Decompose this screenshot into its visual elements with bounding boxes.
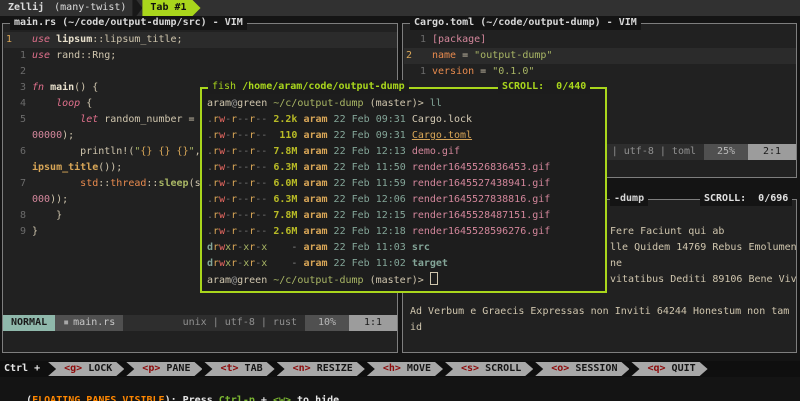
code-line: 2 xyxy=(4,64,397,80)
statusline-position: 2:1 xyxy=(748,144,796,160)
vim-mode-badge: NORMAL xyxy=(3,315,55,331)
floating-panes-hint: (FLOATING PANES VISIBLE): Press Ctrl-p +… xyxy=(2,377,345,393)
keybind-session[interactable]: <o> SESSION xyxy=(535,362,629,376)
editor-cargo-toml[interactable]: 1[package]2name = "output-dump"1version … xyxy=(404,32,796,80)
code-line: 2name = "output-dump" xyxy=(404,48,796,64)
line-number: 1 xyxy=(4,32,32,48)
terminal-line: Ad Verbum e Graecis Expressas non Inviti… xyxy=(410,304,789,320)
code-line: 1use lipsum::lipsum_title; xyxy=(4,32,397,48)
terminal-line: aram@green ~/c/output-dump (master)> xyxy=(207,272,597,288)
code-line: 1[package] xyxy=(404,32,796,48)
keybind-quit[interactable]: <q> QUIT xyxy=(631,362,707,376)
terminal-line: drwxr-xr-x - aram 22 Feb 11:02 target xyxy=(207,256,597,272)
line-number: 5 xyxy=(4,112,32,128)
line-number: 9 xyxy=(4,224,32,240)
line-number: 1 xyxy=(4,48,32,64)
line-number: 6 xyxy=(4,144,32,160)
statusline-spacer xyxy=(123,315,174,331)
keybind-move[interactable]: <h> MOVE xyxy=(367,362,443,376)
terminal-line: id xyxy=(410,320,789,336)
keybind-lock[interactable]: <g> LOCK xyxy=(48,362,124,376)
tab-separator-icon xyxy=(132,0,142,16)
pane-main-rs-title: main.rs (~/code/output-dump/src) - VIM xyxy=(10,16,247,30)
terminal-line: .rw-r--r-- 2.2k aram 22 Feb 09:31 Cargo.… xyxy=(207,112,597,128)
terminal-line: .rw-r--r-- 6.3M aram 22 Feb 12:06 render… xyxy=(207,192,597,208)
statusline-percent: 25% xyxy=(704,144,748,160)
keybinding-prefix: Ctrl + xyxy=(0,361,46,377)
keybinding-chips: <g> LOCK<p> PANE<t> TAB<n> RESIZE<h> MOV… xyxy=(46,362,708,376)
terminal-line: .rw-r--r-- 2.6M aram 22 Feb 12:18 render… xyxy=(207,224,597,240)
terminal-line xyxy=(610,208,797,224)
statusline-fileinfo: unix | utf-8 | rust xyxy=(175,315,305,331)
terminal-line: drwxr-xr-x - aram 22 Feb 11:03 src xyxy=(207,240,597,256)
keybind-scroll[interactable]: <s> SCROLL xyxy=(445,362,533,376)
hint-plus: + xyxy=(255,395,273,401)
tab-bar: Zellij (many-twist) Tab #1 xyxy=(0,0,800,16)
hint-paren-close: ): xyxy=(165,395,183,401)
hint-key-w: <w> xyxy=(273,395,291,401)
floating-pane-title: fish /home/aram/code/output-dump xyxy=(208,80,409,94)
hint-highlight: FLOATING PANES VISIBLE xyxy=(32,395,164,401)
terminal-line: .rw-r--r-- 110 aram 22 Feb 09:31 Cargo.t… xyxy=(207,128,597,144)
terminal-line: .rw-r--r-- 7.8M aram 22 Feb 12:13 demo.g… xyxy=(207,144,597,160)
pane-output-title-fragment: -dump xyxy=(610,192,648,206)
line-number: 1 xyxy=(404,64,432,80)
floating-pane-scroll-indicator: SCROLL: 0/440 xyxy=(498,80,590,94)
line-number: 4 xyxy=(4,96,32,112)
statusline-percent: 10% xyxy=(305,315,349,331)
code-line: 1version = "0.1.0" xyxy=(404,64,796,80)
pane-output-scroll-indicator: SCROLL: 0/696 xyxy=(700,192,792,206)
terminal-line: ne xyxy=(610,256,797,272)
line-number: 2 xyxy=(404,48,432,64)
line-number: 3 xyxy=(4,80,32,96)
code-line: 1use rand::Rng; xyxy=(4,48,397,64)
line-number: 8 xyxy=(4,208,32,224)
terminal-line: .rw-r--r-- 6.3M aram 22 Feb 11:50 render… xyxy=(207,160,597,176)
tab-1[interactable]: Tab #1 xyxy=(142,0,200,16)
statusline-main-rs: NORMAL ▪main.rs unix | utf-8 | rust 10% … xyxy=(3,315,397,331)
output-text-fragments: Fere Faciunt qui ablle Quidem 14769 Rebu… xyxy=(610,208,797,288)
keybind-tab[interactable]: <t> TAB xyxy=(204,362,274,376)
fish-terminal[interactable]: aram@green ~/c/output-dump (master)> ll.… xyxy=(207,96,597,288)
terminal-line: .rw-r--r-- 7.8M aram 22 Feb 12:15 render… xyxy=(207,208,597,224)
zellij-screen: Zellij (many-twist) Tab #1 main.rs (~/co… xyxy=(0,0,800,401)
terminal-line: vitatibus Dediti 89106 Bene Viv xyxy=(610,272,797,288)
line-number: 7 xyxy=(4,176,32,192)
app-title: Zellij xyxy=(0,0,48,16)
terminal-line: lle Quidem 14769 Rebus Emolumen xyxy=(610,240,797,256)
file-icon: ▪ xyxy=(63,317,69,328)
keybind-pane[interactable]: <p> PANE xyxy=(126,362,202,376)
hint-press: Press xyxy=(183,395,219,401)
keybinding-bar: Ctrl + <g> LOCK<p> PANE<t> TAB<n> RESIZE… xyxy=(0,361,800,377)
keybind-resize[interactable]: <n> RESIZE xyxy=(277,362,365,376)
line-number: 1 xyxy=(404,32,432,48)
terminal-line: Fere Faciunt qui ab xyxy=(610,224,797,240)
statusline-filename: ▪main.rs xyxy=(55,315,123,331)
pane-cargo-toml-title: Cargo.toml (~/code/output-dump) - VIM xyxy=(410,16,641,30)
session-name: (many-twist) xyxy=(48,0,126,16)
output-text-full: Ad Verbum e Graecis Expressas non Inviti… xyxy=(410,304,789,336)
line-number: 2 xyxy=(4,64,32,80)
terminal-line: .rw-r--r-- 6.0M aram 22 Feb 11:59 render… xyxy=(207,176,597,192)
hint-suffix: to hide. xyxy=(291,395,345,401)
statusline-position: 1:1 xyxy=(349,315,397,331)
terminal-line: aram@green ~/c/output-dump (master)> ll xyxy=(207,96,597,112)
hint-key-ctrl-p: Ctrl-p xyxy=(219,395,255,401)
